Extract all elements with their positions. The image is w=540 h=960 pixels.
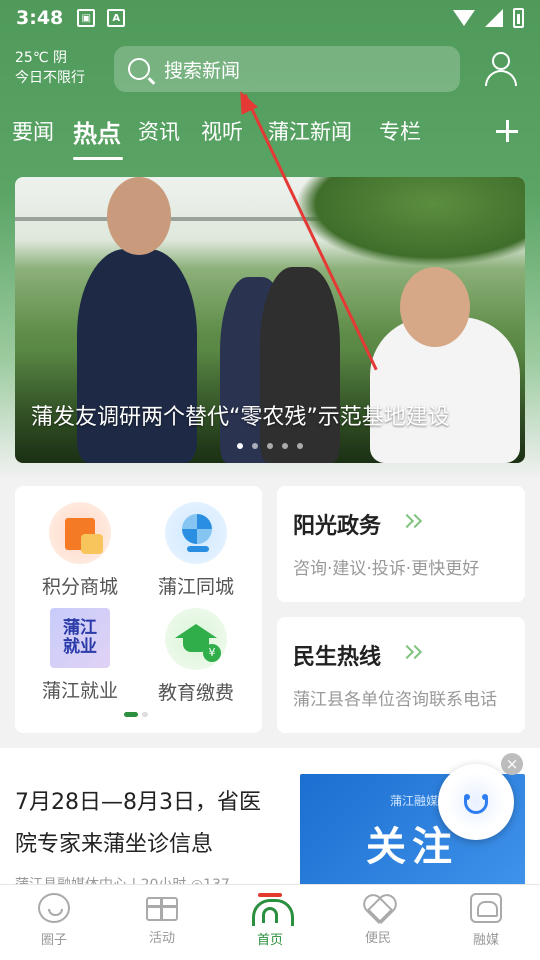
nav-label: 活动	[148, 931, 175, 946]
status-time: 3:48	[16, 7, 64, 29]
user-profile-icon[interactable]	[484, 52, 518, 86]
graduation-cap-icon	[165, 608, 227, 670]
tab-video[interactable]: 视听	[201, 116, 243, 146]
weather-text: 25℃ 阴	[15, 50, 67, 66]
service-pujiang-employment[interactable]: 蒲江 就业 蒲江就业	[20, 608, 140, 703]
tab-hot[interactable]: 热点	[73, 114, 121, 149]
nav-label: 首页	[256, 933, 283, 948]
banner-caption: 蒲发友调研两个替代“零农残”示范基地建设	[31, 405, 450, 430]
card-title: 阳光政务	[293, 514, 382, 539]
assistant-smile-icon[interactable]	[438, 764, 514, 840]
employment-icon: 蒲江 就业	[50, 608, 110, 668]
card-subtitle: 蒲江县各单位咨询联系电话	[293, 690, 497, 710]
weather-widget[interactable]: 25℃ 阴 今日不限行	[15, 48, 85, 88]
smile-circle-icon	[38, 893, 70, 923]
nav-convenience[interactable]: 便民	[338, 893, 418, 946]
carousel-dots	[237, 443, 303, 449]
gift-icon	[146, 897, 178, 921]
status-bar: 3:48 ▣ A	[0, 0, 540, 36]
carousel-dot[interactable]	[267, 443, 273, 449]
carousel-dot[interactable]	[297, 443, 303, 449]
tab-column[interactable]: 专栏	[379, 116, 421, 146]
app-notification-icon: A	[107, 9, 126, 27]
heart-hand-icon	[363, 893, 393, 921]
active-tab-indicator	[73, 157, 123, 160]
card-subtitle: 咨询·建议·投诉·更快更好	[293, 559, 480, 579]
tab-news-info[interactable]: 资讯	[138, 116, 180, 146]
service-label: 积分商城	[41, 576, 118, 598]
pinwheel-icon	[165, 502, 227, 564]
media-icon	[470, 893, 502, 923]
app-header: 25℃ 阴 今日不限行 搜索新闻	[0, 40, 540, 100]
service-label: 蒲江就业	[41, 680, 118, 702]
battery-icon	[513, 8, 524, 28]
card-title: 民生热线	[293, 645, 382, 670]
nav-label: 融媒	[472, 933, 499, 948]
services-card: 积分商城 蒲江同城 蒲江 就业 蒲江就业 教育缴费	[15, 486, 262, 733]
nav-activity[interactable]: 活动	[122, 893, 202, 946]
carousel-dot[interactable]	[252, 443, 258, 449]
nav-label: 便民	[364, 931, 391, 946]
tab-pujiang-news[interactable]: 蒲江新闻	[268, 116, 352, 146]
tab-headlines[interactable]: 要闻	[12, 116, 54, 146]
search-input[interactable]: 搜索新闻	[114, 46, 460, 92]
home-arch-icon	[252, 893, 294, 926]
services-page-indicator	[124, 712, 148, 717]
nav-circle[interactable]: 圈子	[14, 893, 94, 948]
close-floating-icon[interactable]: ×	[501, 753, 523, 775]
service-label: 蒲江同城	[157, 576, 234, 598]
nav-home[interactable]: 首页	[230, 893, 310, 948]
add-tab-plus-icon[interactable]	[496, 120, 518, 142]
nav-label: 圈子	[40, 933, 67, 948]
carousel-dot[interactable]	[237, 443, 243, 449]
carousel-dot[interactable]	[282, 443, 288, 449]
sunshine-government-card[interactable]: 阳光政务 咨询·建议·投诉·更快更好	[277, 486, 525, 602]
service-pujiang-local[interactable]: 蒲江同城	[136, 502, 256, 599]
signal-icon	[485, 9, 503, 27]
service-points-mall[interactable]: 积分商城	[20, 502, 140, 599]
livelihood-hotline-card[interactable]: 民生热线 蒲江县各单位咨询联系电话	[277, 617, 525, 733]
service-education-payment[interactable]: 教育缴费	[136, 608, 256, 705]
service-label: 教育缴费	[157, 682, 234, 704]
news-title: 7月28日—8月3日，省医院专家来蒲坐诊信息	[15, 790, 261, 857]
wifi-icon	[453, 10, 475, 26]
nav-media[interactable]: 融媒	[446, 893, 526, 948]
search-icon	[128, 58, 150, 80]
featured-news-banner[interactable]: 蒲发友调研两个替代“零农残”示范基地建设	[15, 177, 525, 463]
category-tabs: 要闻 热点 资讯 视听 蒲江新闻 专栏	[0, 110, 540, 162]
shopping-bag-icon	[49, 502, 111, 564]
bottom-navigation: 圈子 活动 首页 便民 融媒	[0, 884, 540, 960]
image-notification-icon: ▣	[77, 9, 96, 27]
traffic-restriction-text: 今日不限行	[15, 70, 85, 86]
search-placeholder: 搜索新闻	[164, 59, 241, 82]
